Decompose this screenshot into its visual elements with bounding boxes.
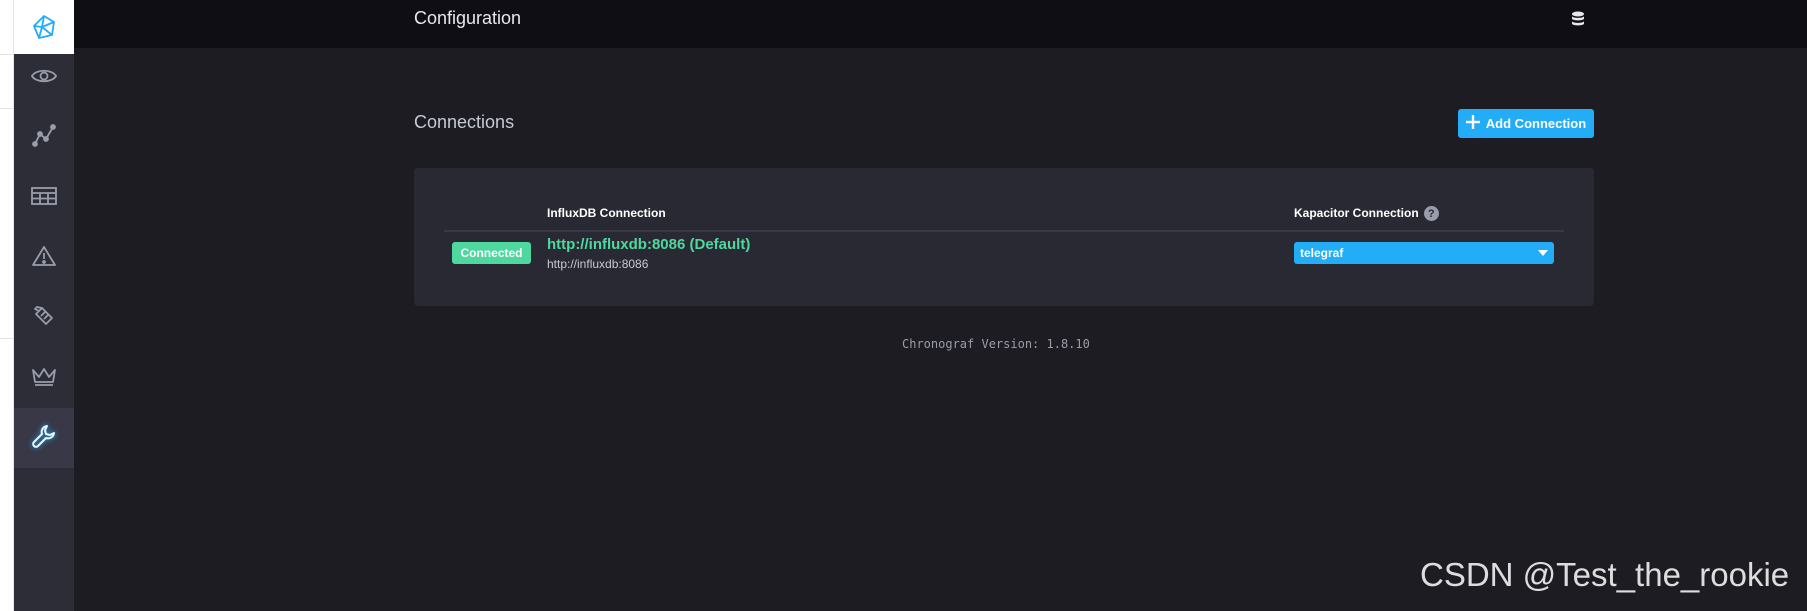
left-browser-strip bbox=[0, 0, 14, 611]
sidebar-item-dashboards[interactable] bbox=[14, 168, 74, 228]
strip-line bbox=[0, 108, 14, 109]
database-icon[interactable] bbox=[1571, 11, 1585, 32]
sidebar-item-alerting[interactable] bbox=[14, 228, 74, 288]
chevron-down-icon bbox=[1538, 250, 1548, 256]
add-connection-label: Add Connection bbox=[1485, 116, 1587, 131]
kapacitor-column-header: Kapacitor Connection? bbox=[1294, 206, 1439, 222]
strip-line bbox=[0, 54, 14, 55]
wrench-icon bbox=[31, 423, 57, 454]
dashboard-grid-icon bbox=[31, 186, 57, 210]
plus-icon bbox=[1465, 115, 1480, 132]
sidebar-item-host-list[interactable] bbox=[14, 48, 74, 108]
influxdb-connection-url: http://influxdb:8086 bbox=[547, 257, 649, 271]
alert-triangle-icon bbox=[32, 245, 56, 272]
strip-line bbox=[0, 338, 14, 339]
influxdb-connection-link[interactable]: http://influxdb:8086 (Default) bbox=[547, 236, 750, 253]
sidebar-item-data-explorer[interactable] bbox=[14, 108, 74, 168]
chronograf-logo-icon[interactable] bbox=[14, 0, 74, 54]
eye-icon bbox=[30, 67, 58, 90]
kapacitor-selected-value: telegraf bbox=[1300, 246, 1344, 260]
connections-heading: Connections bbox=[414, 112, 515, 132]
help-icon[interactable]: ? bbox=[1423, 206, 1439, 222]
page-header: Configuration bbox=[74, 0, 1807, 48]
kapacitor-column-label: Kapacitor Connection bbox=[1294, 206, 1419, 220]
connections-panel: InfluxDB Connection Kapacitor Connection… bbox=[414, 168, 1594, 306]
sidebar-item-configuration[interactable] bbox=[14, 408, 74, 468]
graph-icon bbox=[32, 123, 56, 153]
sidebar-item-log-viewer[interactable] bbox=[14, 288, 74, 348]
influxdb-column-header: InfluxDB Connection bbox=[547, 206, 666, 220]
crown-icon bbox=[31, 366, 57, 391]
log-viewer-icon bbox=[32, 304, 56, 333]
watermark: CSDN @Test_the_rookie bbox=[1420, 556, 1790, 593]
page-title: Configuration bbox=[414, 8, 522, 28]
status-badge: Connected bbox=[452, 242, 531, 264]
table-divider bbox=[444, 230, 1564, 232]
sidebar bbox=[14, 0, 74, 611]
version-text: Chronograf Version: 1.8.10 bbox=[902, 337, 1090, 351]
kapacitor-connection-dropdown[interactable]: telegraf bbox=[1294, 242, 1554, 264]
sidebar-item-admin[interactable] bbox=[14, 348, 74, 408]
add-connection-button[interactable]: Add Connection bbox=[1458, 109, 1594, 138]
